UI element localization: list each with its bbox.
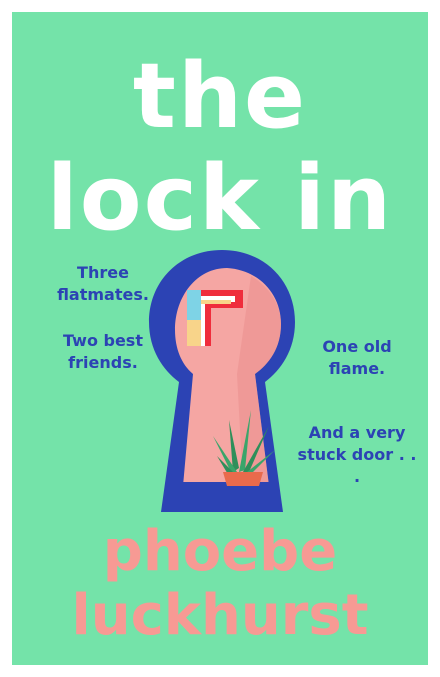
author-first-name: phoebe [102,519,338,584]
author-last-name: luckhurst [71,583,369,648]
tagline-stuck-door: And a very stuck door . . . [297,423,417,486]
tagline-two-best-friends: Two best friends. [63,331,143,372]
tagline-one-old-flame: One old flame. [322,337,392,378]
tagline-three-flatmates: Three flatmates. [57,263,149,304]
book-cover: the lock in Three flatmates. Two best fr… [12,12,428,665]
floor [167,482,277,512]
title-line-1: the [132,44,308,149]
plant-pot [223,472,263,486]
title-line-2: lock in [46,146,394,251]
keyhole-icon [149,250,295,512]
